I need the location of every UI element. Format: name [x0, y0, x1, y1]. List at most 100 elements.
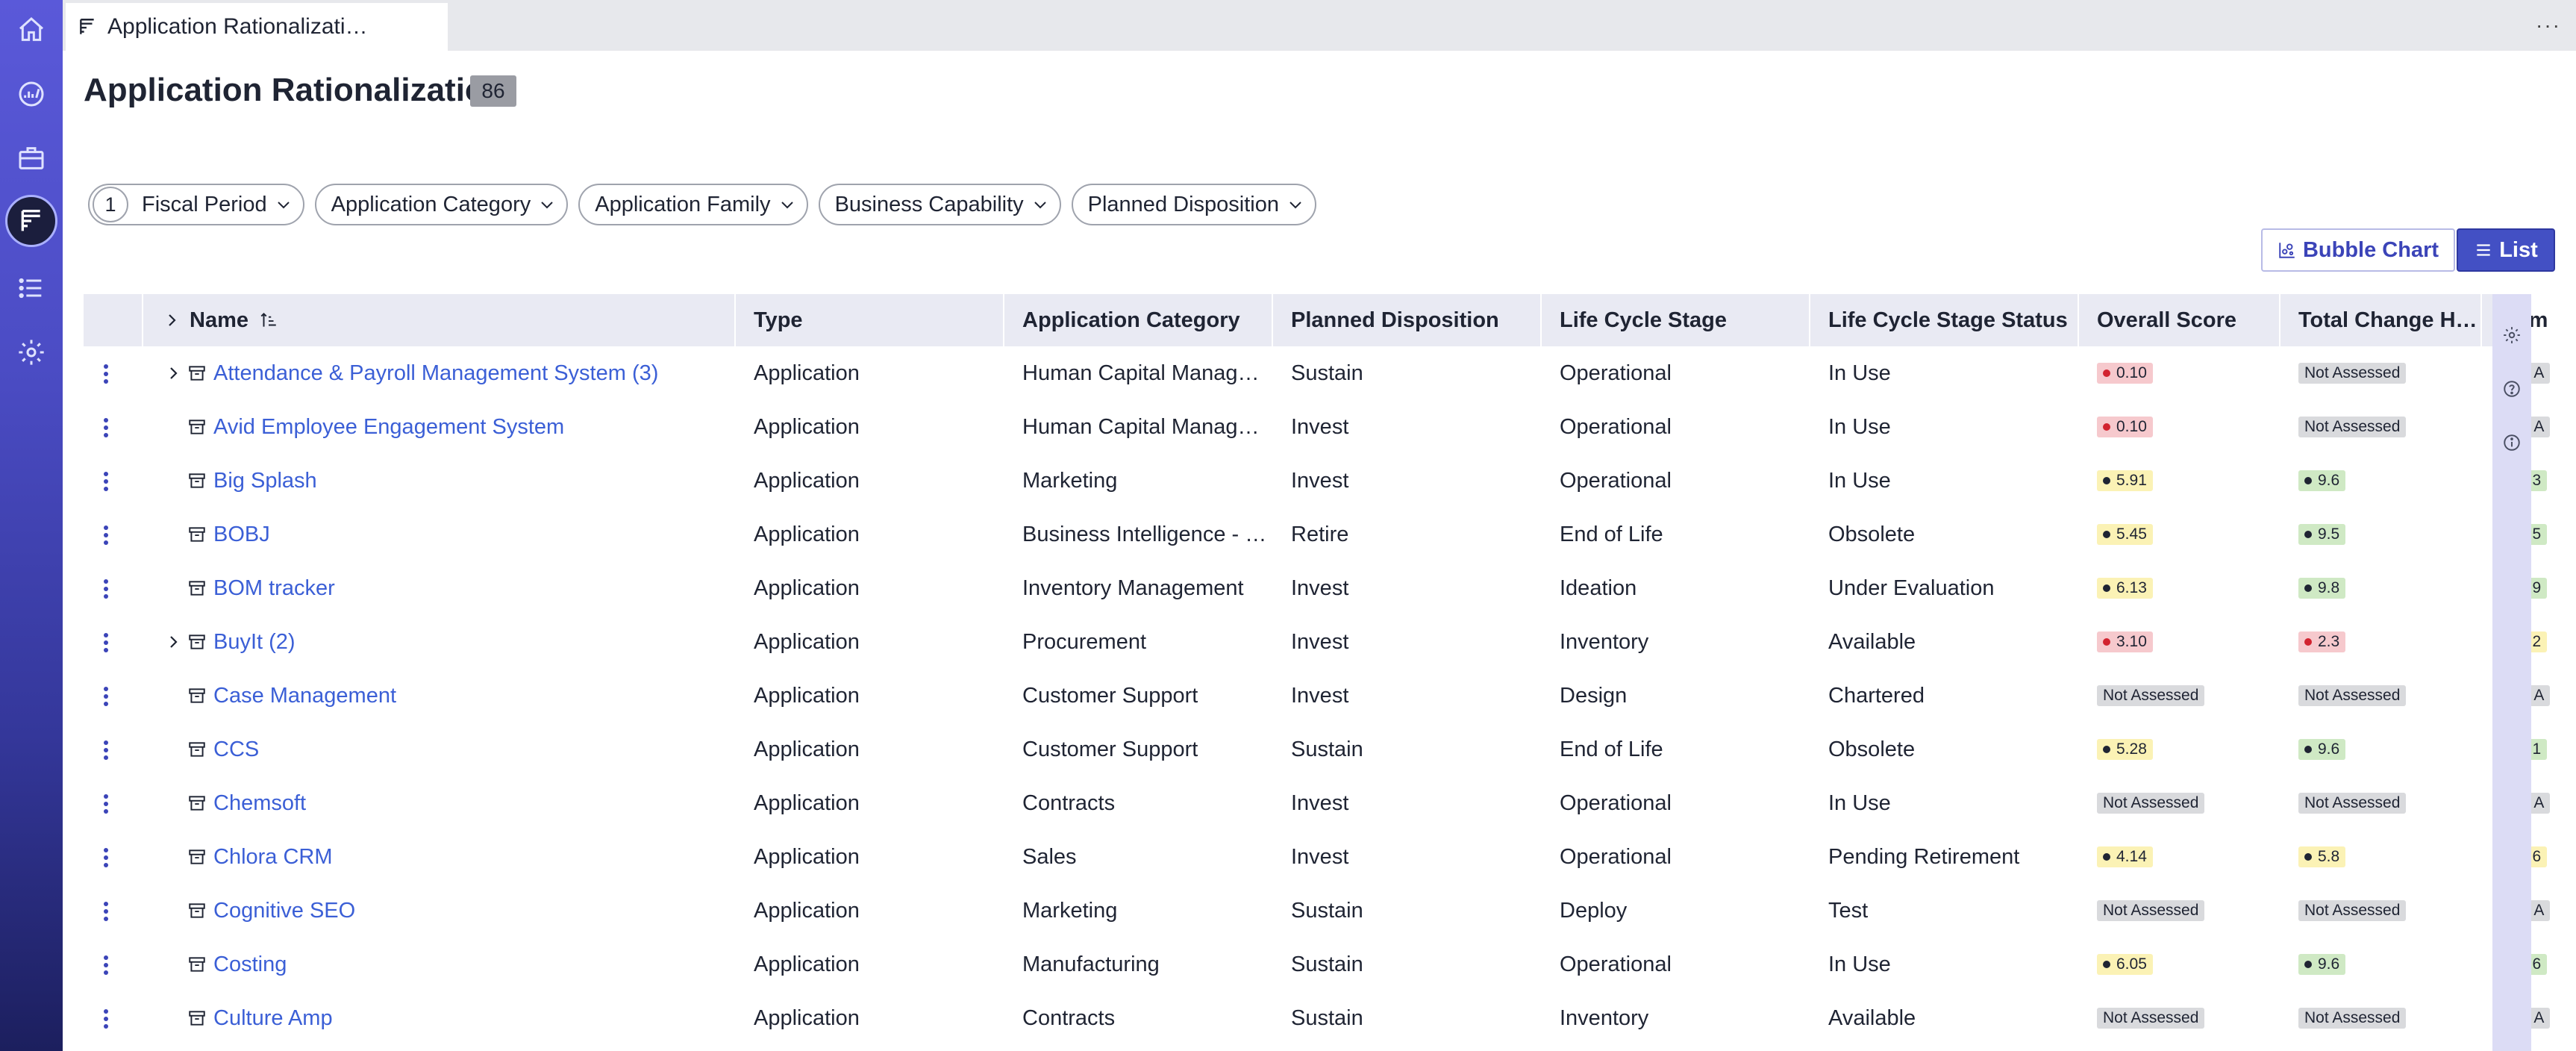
table-row[interactable]: BuyIt (2) Application Procurement Invest Inv…: [84, 615, 2548, 669]
application-name-link[interactable]: Costing: [213, 952, 287, 977]
stage-cell: End of Life: [1560, 737, 1663, 761]
row-actions-kebab-icon[interactable]: [103, 526, 109, 545]
row-actions-kebab-icon[interactable]: [103, 418, 109, 437]
status-cell: In Use: [1828, 361, 1891, 385]
overall-score-cell: Not Assessed: [2079, 669, 2280, 723]
row-actions-kebab-icon[interactable]: [103, 902, 109, 921]
application-name-link[interactable]: Case Management: [213, 684, 396, 708]
filter-chip-planned-disposition[interactable]: Planned Disposition: [1071, 184, 1316, 225]
row-actions-kebab-icon[interactable]: [103, 794, 109, 814]
gear-icon[interactable]: [9, 330, 54, 375]
briefcase-icon[interactable]: [9, 136, 54, 181]
row-actions-kebab-icon[interactable]: [103, 472, 109, 491]
score-dot-icon: [2103, 584, 2110, 592]
status-cell: In Use: [1828, 952, 1891, 976]
application-name-link[interactable]: BuyIt (2): [213, 630, 296, 655]
overall-score-cell: 6.05: [2079, 938, 2280, 991]
table-row[interactable]: Avid Employee Engagement System Applicati…: [84, 400, 2551, 454]
table-row[interactable]: Costing Application Manufacturing Sustain Op…: [84, 938, 2548, 991]
tab-application-rationalization[interactable]: Application Rationalizati…: [66, 3, 448, 51]
table-row[interactable]: Case Management Application Customer Suppo…: [84, 669, 2551, 723]
application-name-link[interactable]: Cognitive SEO: [213, 899, 355, 923]
score-dot-icon: [2103, 423, 2110, 431]
row-actions-kebab-icon[interactable]: [103, 579, 109, 599]
application-name-link[interactable]: Chlora CRM: [213, 845, 333, 870]
chevron-down-icon: [541, 202, 553, 209]
table-row[interactable]: Culture Amp Application Contracts Sustain In…: [84, 991, 2551, 1045]
status-cell: Pending Retirement: [1828, 844, 2020, 869]
table-row[interactable]: BOM tracker Application Inventory Manageme…: [84, 561, 2548, 615]
column-header-life-cycle-stage-status[interactable]: Life Cycle Stage Status: [1810, 294, 2079, 346]
table-row[interactable]: CCS Application Customer Support Sustain End…: [84, 723, 2548, 776]
score-value: 9.6: [2318, 740, 2340, 758]
row-actions-kebab-icon[interactable]: [103, 364, 109, 384]
application-name-link[interactable]: Culture Amp: [213, 1006, 333, 1031]
left-nav-rail: [0, 0, 63, 1051]
row-actions-kebab-icon[interactable]: [103, 1009, 109, 1029]
expand-row-chevron-icon[interactable]: [164, 364, 182, 382]
table-row[interactable]: Chlora CRM Application Sales Invest Operatio…: [84, 830, 2548, 884]
column-header-life-cycle-stage[interactable]: Life Cycle Stage: [1542, 294, 1810, 346]
application-portfolio-icon: [80, 19, 94, 34]
type-cell: Application: [754, 898, 860, 923]
status-cell: Test: [1828, 898, 1869, 923]
table-row[interactable]: Big Splash Application Marketing Invest Oper…: [84, 454, 2548, 508]
score-dot-icon: [2304, 961, 2312, 968]
score-value: Not Assessed: [2304, 364, 2401, 381]
score-dot-icon: [2304, 584, 2312, 592]
application-name-link[interactable]: Chemsoft: [213, 791, 306, 816]
chevron-down-icon: [277, 202, 290, 209]
list-icon[interactable]: [9, 266, 54, 311]
type-cell: Application: [754, 844, 860, 869]
row-actions-kebab-icon[interactable]: [103, 687, 109, 706]
score-value: 5.28: [2116, 740, 2147, 758]
application-name-link[interactable]: CCS: [213, 737, 259, 762]
score-value: Not Assessed: [2304, 687, 2401, 704]
home-icon[interactable]: [9, 7, 54, 52]
column-header-type[interactable]: Type: [736, 294, 1004, 346]
dashboard-gauge-icon[interactable]: [9, 72, 54, 116]
row-actions-kebab-icon[interactable]: [103, 740, 109, 760]
table-row[interactable]: Chemsoft Application Contracts Invest Operat…: [84, 776, 2551, 830]
list-view-button[interactable]: List: [2457, 228, 2555, 272]
application-name-link[interactable]: BOM tracker: [213, 576, 335, 601]
application-portfolio-icon[interactable]: [5, 195, 57, 247]
row-actions-kebab-icon[interactable]: [103, 955, 109, 975]
filter-chip-application-family[interactable]: Application Family: [578, 184, 808, 225]
row-actions-kebab-icon[interactable]: [103, 633, 109, 652]
application-name-link[interactable]: BOBJ: [213, 523, 270, 547]
filter-chip-business-capability[interactable]: Business Capability: [818, 184, 1061, 225]
settings-gear-icon[interactable]: [2502, 325, 2522, 345]
info-icon[interactable]: [2502, 433, 2522, 452]
score-pill: 3.10: [2097, 631, 2153, 652]
table-header: Name Type Application Category Planned D…: [84, 294, 2548, 346]
score-pill: Not Assessed: [2298, 900, 2407, 921]
filter-chip-fiscal-period[interactable]: 1 Fiscal Period: [88, 184, 304, 225]
overall-score-cell: Not Assessed: [2079, 776, 2280, 830]
row-actions-kebab-icon[interactable]: [103, 848, 109, 867]
help-question-icon[interactable]: [2502, 379, 2522, 399]
score-dot-icon: [2103, 638, 2110, 646]
bubble-chart-button[interactable]: Bubble Chart: [2261, 228, 2455, 272]
application-name-link[interactable]: Avid Employee Engagement System: [213, 415, 564, 440]
score-value: Not Assessed: [2103, 1009, 2199, 1026]
expand-all-chevron-icon[interactable]: [163, 311, 181, 329]
score-value: Not Assessed: [2103, 902, 2199, 919]
expand-row-chevron-icon[interactable]: [164, 633, 182, 651]
application-name-link[interactable]: Attendance & Payroll Management System (…: [213, 361, 658, 386]
table-row[interactable]: BOBJ Application Business Intelligence - ……: [84, 508, 2548, 561]
change-score-cell: 9.5: [2280, 508, 2482, 561]
column-header-overall-score[interactable]: Overall Score: [2079, 294, 2280, 346]
sort-ascending-icon[interactable]: [259, 311, 278, 330]
column-header-application-category[interactable]: Application Category: [1004, 294, 1273, 346]
stage-cell: Operational: [1560, 468, 1672, 493]
table-row[interactable]: Cognitive SEO Application Marketing Sustain…: [84, 884, 2551, 938]
table-row[interactable]: Attendance & Payroll Management System (…: [84, 346, 2551, 400]
application-name-link[interactable]: Big Splash: [213, 469, 317, 493]
application-archive-icon: [189, 366, 205, 381]
filter-chip-application-category[interactable]: Application Category: [314, 184, 569, 225]
column-header-name[interactable]: Name: [143, 294, 736, 346]
column-header-total-change-h[interactable]: Total Change H…: [2280, 294, 2482, 346]
column-header-planned-disposition[interactable]: Planned Disposition: [1273, 294, 1542, 346]
more-options-icon[interactable]: ···: [2536, 13, 2561, 37]
